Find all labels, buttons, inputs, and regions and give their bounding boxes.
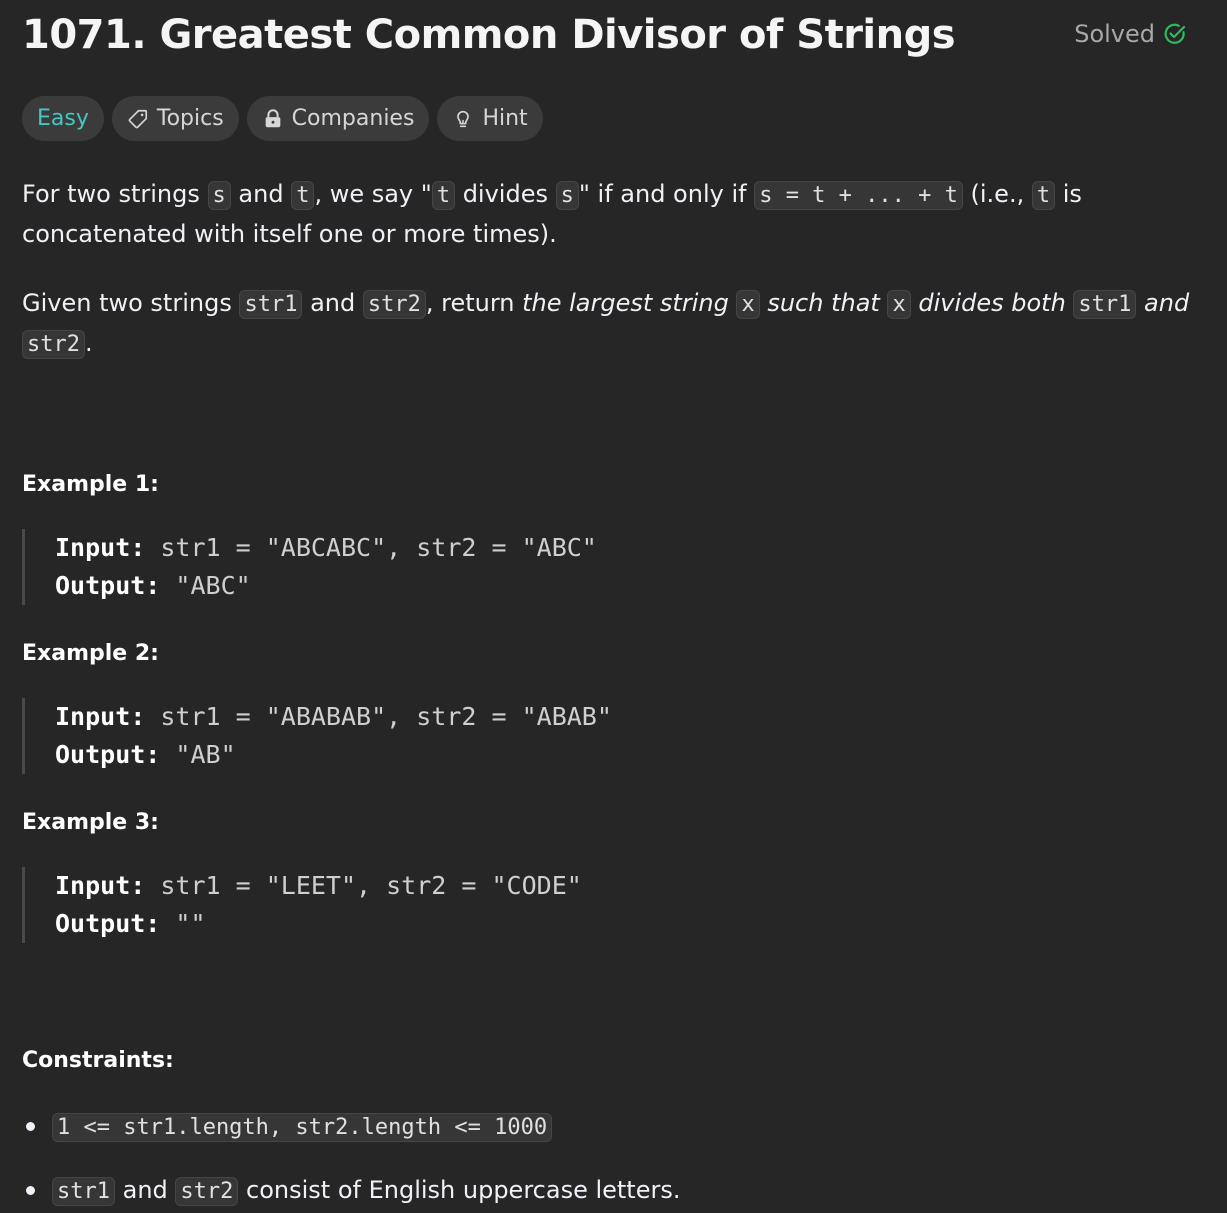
input-value: str1 = "ABCABC", str2 = "ABC" (145, 533, 597, 562)
title-row: 1071. Greatest Common Divisor of Strings… (22, 0, 1205, 86)
input-value: str1 = "ABABAB", str2 = "ABAB" (145, 702, 612, 731)
text: . (84, 329, 93, 357)
output-label: Output: (55, 571, 161, 600)
example-2-heading: Example 2: (22, 641, 159, 666)
difficulty-label: Easy (37, 106, 89, 131)
input-label: Input: (55, 702, 146, 731)
check-circle-icon (1163, 22, 1187, 46)
example-output: Output: "ABC" (55, 567, 1205, 605)
inline-code: x (887, 290, 911, 319)
text: divides (455, 180, 556, 208)
inline-code: str2 (175, 1177, 239, 1206)
constraints-heading: Constraints: (22, 1048, 174, 1073)
inline-code: t (291, 181, 315, 210)
example-input: Input: str1 = "LEET", str2 = "CODE" (55, 867, 1205, 905)
text: and (302, 289, 363, 317)
inline-code: str1 (52, 1177, 115, 1206)
example-1-heading: Example 1: (22, 472, 159, 497)
text: For two strings (22, 180, 208, 208)
difficulty-tag[interactable]: Easy (22, 96, 104, 141)
constraints-list: 1 <= str1.length, str2.length <= 1000 st… (22, 1107, 1205, 1211)
constraint-item: str1 and str2 consist of English upperca… (22, 1171, 1205, 1211)
inline-code: t (1031, 181, 1056, 210)
tag-row: Easy Topics Companies Hint (22, 96, 1205, 142)
inline-code: str1 (239, 290, 303, 319)
lightbulb-icon (452, 108, 474, 130)
text: consist of English uppercase letters. (238, 1176, 681, 1204)
solved-status: Solved (1074, 20, 1187, 48)
constraint-item: 1 <= str1.length, str2.length <= 1000 (22, 1107, 1205, 1147)
output-value: "AB" (160, 740, 236, 769)
tag-icon (127, 108, 149, 130)
inline-code: str2 (362, 290, 426, 319)
inline-code: t (431, 181, 456, 210)
companies-button[interactable]: Companies (246, 96, 430, 141)
output-value: "ABC" (160, 571, 251, 600)
example-input: Input: str1 = "ABCABC", str2 = "ABC" (55, 529, 1205, 567)
output-label: Output: (55, 909, 161, 938)
text: (i.e., (962, 180, 1032, 208)
input-label: Input: (55, 533, 146, 562)
description-paragraph-2: Given two strings str1 and str2, return … (22, 284, 1205, 364)
topics-label: Topics (156, 106, 224, 131)
example-output: Output: "" (55, 905, 1205, 943)
problem-title[interactable]: 1071. Greatest Common Divisor of Strings (22, 12, 956, 58)
example-1-block: Input: str1 = "ABCABC", str2 = "ABC" Out… (22, 529, 1205, 605)
inline-code: str2 (22, 330, 85, 359)
example-output: Output: "AB" (55, 736, 1205, 774)
hint-button[interactable]: Hint (437, 96, 543, 141)
example-3-heading: Example 3: (22, 810, 159, 835)
solved-label: Solved (1074, 20, 1155, 48)
topics-button[interactable]: Topics (111, 96, 239, 141)
text: " if and only if (578, 180, 755, 208)
output-value: "" (160, 909, 206, 938)
inline-code: s (207, 181, 231, 210)
italic-text: such that (759, 289, 888, 317)
inline-code: s (555, 181, 579, 210)
description-paragraph-1: For two strings s and t, we say " t divid… (22, 175, 1205, 254)
lock-icon (262, 108, 284, 130)
inline-code: s = t + ... + t (754, 181, 963, 210)
example-3-block: Input: str1 = "LEET", str2 = "CODE" Outp… (22, 867, 1205, 943)
companies-label: Companies (291, 106, 415, 131)
hint-label: Hint (482, 106, 528, 131)
text: and (114, 1176, 176, 1204)
italic-text: divides both (910, 289, 1074, 317)
inline-code: x (736, 290, 760, 319)
inline-code: 1 <= str1.length, str2.length <= 1000 (52, 1113, 553, 1142)
input-value: str1 = "LEET", str2 = "CODE" (145, 871, 582, 900)
output-label: Output: (55, 740, 161, 769)
inline-code: str1 (1073, 290, 1137, 319)
italic-text: and (1136, 289, 1190, 317)
text: and (230, 180, 292, 208)
example-2-block: Input: str1 = "ABABAB", str2 = "ABAB" Ou… (22, 698, 1205, 774)
italic-text: the largest string (522, 289, 737, 317)
text: Given two strings (22, 289, 240, 317)
input-label: Input: (55, 871, 146, 900)
text: , we say " (314, 180, 432, 208)
text: , return (425, 289, 523, 317)
example-input: Input: str1 = "ABABAB", str2 = "ABAB" (55, 698, 1205, 736)
problem-description-panel: 1071. Greatest Common Divisor of Strings… (0, 0, 1227, 1213)
